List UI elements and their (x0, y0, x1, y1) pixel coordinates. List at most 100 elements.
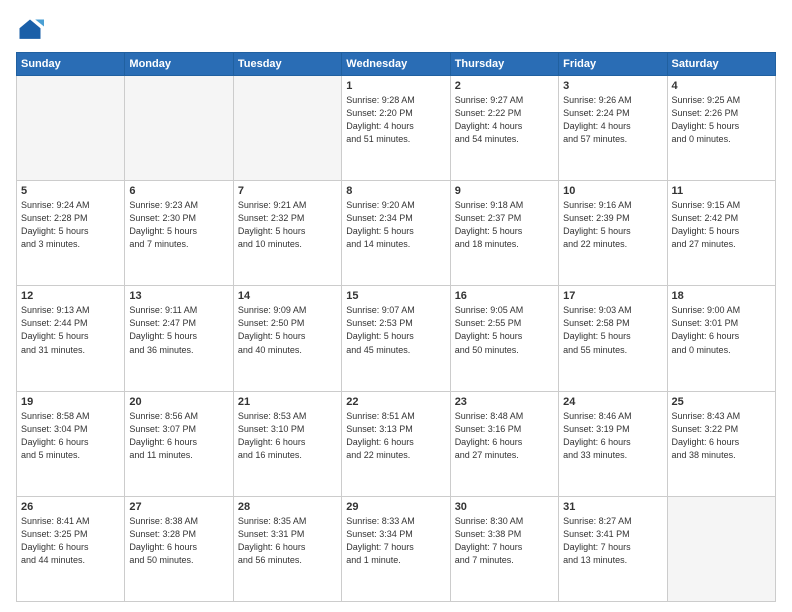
day-info: Sunrise: 8:30 AM Sunset: 3:38 PM Dayligh… (455, 515, 554, 567)
day-cell: 21 Sunrise: 8:53 AM Sunset: 3:10 PM Dayli… (233, 391, 341, 496)
day-cell: 31 Sunrise: 8:27 AM Sunset: 3:41 PM Dayli… (559, 496, 667, 601)
day-cell: 28 Sunrise: 8:35 AM Sunset: 3:31 PM Dayli… (233, 496, 341, 601)
week-row-1: 1 Sunrise: 9:28 AM Sunset: 2:20 PM Daylig… (17, 76, 776, 181)
day-cell: 15 Sunrise: 9:07 AM Sunset: 2:53 PM Dayli… (342, 286, 450, 391)
day-info: Sunrise: 8:27 AM Sunset: 3:41 PM Dayligh… (563, 515, 662, 567)
day-number: 30 (455, 501, 554, 513)
day-number: 21 (238, 396, 337, 408)
day-number: 9 (455, 185, 554, 197)
day-cell: 24Sunrise: 8:46 AM Sunset: 3:19 PM Dayli… (559, 391, 667, 496)
day-cell: 18 Sunrise: 9:00 AM Sunset: 3:01 PM Dayli… (667, 286, 775, 391)
day-number: 1 (346, 80, 445, 92)
day-cell: 27 Sunrise: 8:38 AM Sunset: 3:28 PM Dayli… (125, 496, 233, 601)
day-cell: 23 Sunrise: 8:48 AM Sunset: 3:16 PM Dayli… (450, 391, 558, 496)
day-number: 28 (238, 501, 337, 513)
day-cell: 17 Sunrise: 9:03 AM Sunset: 2:58 PM Dayli… (559, 286, 667, 391)
logo-icon (16, 16, 44, 44)
day-number: 24 (563, 396, 662, 408)
day-info: Sunrise: 9:15 AM Sunset: 2:42 PM Dayligh… (672, 199, 771, 251)
day-number: 14 (238, 290, 337, 302)
day-number: 17 (563, 290, 662, 302)
day-number: 5 (21, 185, 120, 197)
day-info: Sunrise: 9:20 AM Sunset: 2:34 PM Dayligh… (346, 199, 445, 251)
week-row-4: 19 Sunrise: 8:58 AM Sunset: 3:04 PM Dayli… (17, 391, 776, 496)
day-info: Sunrise: 9:05 AM Sunset: 2:55 PM Dayligh… (455, 304, 554, 356)
day-number: 20 (129, 396, 228, 408)
header (16, 12, 776, 44)
col-header-monday: Monday (125, 53, 233, 76)
col-header-sunday: Sunday (17, 53, 125, 76)
day-number: 8 (346, 185, 445, 197)
day-cell: 6Sunrise: 9:23 AM Sunset: 2:30 PM Daylig… (125, 181, 233, 286)
day-cell: 13Sunrise: 9:11 AM Sunset: 2:47 PM Dayli… (125, 286, 233, 391)
day-cell: 9 Sunrise: 9:18 AM Sunset: 2:37 PM Daylig… (450, 181, 558, 286)
week-row-5: 26 Sunrise: 8:41 AM Sunset: 3:25 PM Dayli… (17, 496, 776, 601)
day-cell: 22 Sunrise: 8:51 AM Sunset: 3:13 PM Dayli… (342, 391, 450, 496)
day-info: Sunrise: 8:56 AM Sunset: 3:07 PM Dayligh… (129, 410, 228, 462)
calendar-body: 1 Sunrise: 9:28 AM Sunset: 2:20 PM Daylig… (17, 76, 776, 602)
day-number: 11 (672, 185, 771, 197)
day-info: Sunrise: 9:25 AM Sunset: 2:26 PM Dayligh… (672, 94, 771, 146)
day-cell: 3Sunrise: 9:26 AM Sunset: 2:24 PM Daylig… (559, 76, 667, 181)
day-info: Sunrise: 9:11 AM Sunset: 2:47 PM Dayligh… (129, 304, 228, 356)
day-number: 19 (21, 396, 120, 408)
day-info: Sunrise: 9:28 AM Sunset: 2:20 PM Dayligh… (346, 94, 445, 146)
day-number: 26 (21, 501, 120, 513)
day-info: Sunrise: 8:41 AM Sunset: 3:25 PM Dayligh… (21, 515, 120, 567)
day-number: 15 (346, 290, 445, 302)
logo (16, 16, 48, 44)
day-info: Sunrise: 8:51 AM Sunset: 3:13 PM Dayligh… (346, 410, 445, 462)
day-cell (17, 76, 125, 181)
day-info: Sunrise: 9:24 AM Sunset: 2:28 PM Dayligh… (21, 199, 120, 251)
day-cell: 11 Sunrise: 9:15 AM Sunset: 2:42 PM Dayli… (667, 181, 775, 286)
day-info: Sunrise: 9:13 AM Sunset: 2:44 PM Dayligh… (21, 304, 120, 356)
col-header-thursday: Thursday (450, 53, 558, 76)
page: SundayMondayTuesdayWednesdayThursdayFrid… (0, 0, 792, 612)
day-info: Sunrise: 9:03 AM Sunset: 2:58 PM Dayligh… (563, 304, 662, 356)
day-info: Sunrise: 9:09 AM Sunset: 2:50 PM Dayligh… (238, 304, 337, 356)
day-info: Sunrise: 8:48 AM Sunset: 3:16 PM Dayligh… (455, 410, 554, 462)
col-header-tuesday: Tuesday (233, 53, 341, 76)
day-number: 25 (672, 396, 771, 408)
day-cell: 16Sunrise: 9:05 AM Sunset: 2:55 PM Dayli… (450, 286, 558, 391)
col-header-wednesday: Wednesday (342, 53, 450, 76)
day-cell: 8 Sunrise: 9:20 AM Sunset: 2:34 PM Daylig… (342, 181, 450, 286)
day-cell: 20 Sunrise: 8:56 AM Sunset: 3:07 PM Dayli… (125, 391, 233, 496)
day-number: 6 (129, 185, 228, 197)
day-cell: 29 Sunrise: 8:33 AM Sunset: 3:34 PM Dayli… (342, 496, 450, 601)
week-row-3: 12Sunrise: 9:13 AM Sunset: 2:44 PM Dayli… (17, 286, 776, 391)
day-number: 27 (129, 501, 228, 513)
day-number: 23 (455, 396, 554, 408)
calendar: SundayMondayTuesdayWednesdayThursdayFrid… (16, 52, 776, 602)
day-info: Sunrise: 9:26 AM Sunset: 2:24 PM Dayligh… (563, 94, 662, 146)
day-number: 29 (346, 501, 445, 513)
day-info: Sunrise: 8:43 AM Sunset: 3:22 PM Dayligh… (672, 410, 771, 462)
col-header-friday: Friday (559, 53, 667, 76)
day-cell (667, 496, 775, 601)
day-info: Sunrise: 8:58 AM Sunset: 3:04 PM Dayligh… (21, 410, 120, 462)
header-row: SundayMondayTuesdayWednesdayThursdayFrid… (17, 53, 776, 76)
day-cell: 25 Sunrise: 8:43 AM Sunset: 3:22 PM Dayli… (667, 391, 775, 496)
day-number: 22 (346, 396, 445, 408)
day-info: Sunrise: 9:21 AM Sunset: 2:32 PM Dayligh… (238, 199, 337, 251)
day-info: Sunrise: 9:18 AM Sunset: 2:37 PM Dayligh… (455, 199, 554, 251)
day-info: Sunrise: 9:16 AM Sunset: 2:39 PM Dayligh… (563, 199, 662, 251)
day-info: Sunrise: 8:53 AM Sunset: 3:10 PM Dayligh… (238, 410, 337, 462)
day-cell: 10 Sunrise: 9:16 AM Sunset: 2:39 PM Dayli… (559, 181, 667, 286)
day-info: Sunrise: 9:00 AM Sunset: 3:01 PM Dayligh… (672, 304, 771, 356)
day-number: 7 (238, 185, 337, 197)
day-cell: 12Sunrise: 9:13 AM Sunset: 2:44 PM Dayli… (17, 286, 125, 391)
col-header-saturday: Saturday (667, 53, 775, 76)
day-cell (125, 76, 233, 181)
day-number: 31 (563, 501, 662, 513)
day-info: Sunrise: 9:27 AM Sunset: 2:22 PM Dayligh… (455, 94, 554, 146)
calendar-header: SundayMondayTuesdayWednesdayThursdayFrid… (17, 53, 776, 76)
day-number: 10 (563, 185, 662, 197)
day-cell: 2Sunrise: 9:27 AM Sunset: 2:22 PM Daylig… (450, 76, 558, 181)
day-info: Sunrise: 9:07 AM Sunset: 2:53 PM Dayligh… (346, 304, 445, 356)
day-info: Sunrise: 8:38 AM Sunset: 3:28 PM Dayligh… (129, 515, 228, 567)
day-cell: 30 Sunrise: 8:30 AM Sunset: 3:38 PM Dayli… (450, 496, 558, 601)
day-info: Sunrise: 8:35 AM Sunset: 3:31 PM Dayligh… (238, 515, 337, 567)
day-number: 18 (672, 290, 771, 302)
day-info: Sunrise: 8:33 AM Sunset: 3:34 PM Dayligh… (346, 515, 445, 567)
